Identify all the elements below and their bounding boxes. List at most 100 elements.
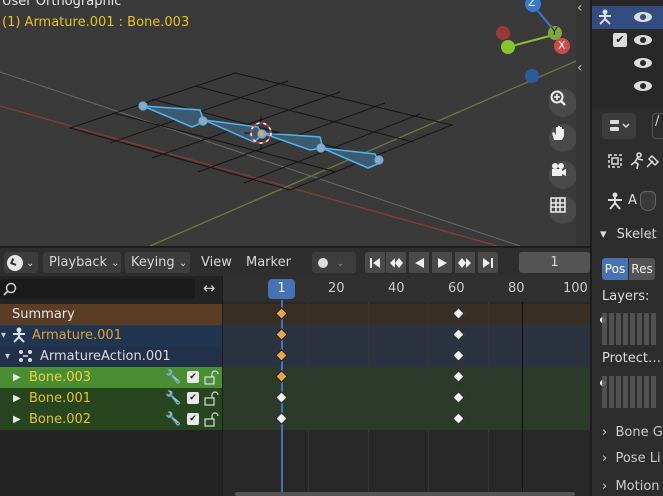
pan-hand-icon[interactable]: [549, 124, 577, 152]
channel-list: ↔ Summary ▾ Armature.001 ▾ ArmatureActio…: [0, 276, 222, 496]
clock-icon: [7, 254, 23, 271]
channel-bone-002[interactable]: ▶ Bone.002 🔧 ✔: [0, 409, 222, 430]
search-icon: [3, 282, 17, 296]
chevron-down-icon: ⌄: [178, 258, 188, 269]
viewport-canvas: [0, 0, 590, 246]
gizmo-y-label[interactable]: Y: [551, 25, 558, 38]
keyframe[interactable]: [452, 349, 465, 362]
view-menu[interactable]: View: [201, 252, 232, 273]
armature-letter: A: [628, 193, 637, 208]
editor-type-dropdown[interactable]: ⌄: [4, 252, 38, 273]
wrench-icon[interactable]: 🔧: [165, 367, 181, 388]
right-panel: ✔ / A ▾ Skelet ⁞⁞ Pos Res Layers: Protec…: [592, 0, 663, 496]
timeline-header: ⌄ Playback ⌄ Keying ⌄ View Marker ⌄ 1: [0, 248, 590, 276]
expand-arrow-icon: ▶: [13, 372, 21, 383]
gizmo-z-label[interactable]: Z: [528, 0, 536, 9]
protected-layers-grid[interactable]: [602, 376, 657, 408]
armature-data-icon[interactable]: [602, 188, 628, 214]
keyframe[interactable]: [452, 370, 465, 383]
pose-position-button[interactable]: Pos: [602, 258, 628, 280]
outliner-row-2[interactable]: ✔: [592, 29, 663, 52]
keyframe[interactable]: [275, 391, 288, 404]
keying-menu[interactable]: Keying ⌄: [125, 252, 190, 273]
outliner-row-4[interactable]: [592, 75, 663, 98]
expand-arrow-icon: ▾: [5, 351, 11, 362]
play-button[interactable]: [432, 252, 452, 273]
marker-menu[interactable]: Marker: [246, 252, 291, 273]
subpanel-bone-groups[interactable]: › Bone G: [602, 425, 663, 440]
wrench-icon[interactable]: 🔧: [165, 388, 181, 409]
3d-viewport[interactable]: User Orthographic (1) Armature.001 : Bon…: [0, 0, 590, 246]
unlock-icon: [204, 412, 219, 427]
zoom-icon[interactable]: [549, 89, 577, 117]
properties-editor-type-icon[interactable]: [602, 113, 636, 139]
keyframe[interactable]: [275, 349, 288, 362]
swap-arrows-icon[interactable]: ↔: [197, 279, 221, 299]
channel-bone-001[interactable]: ▶ Bone.001 🔧 ✔: [0, 388, 222, 409]
unlock-icon: [204, 370, 219, 385]
rest-position-button[interactable]: Res: [629, 258, 655, 280]
channel-action[interactable]: ▾ ArmatureAction.001: [0, 346, 222, 367]
keyframe[interactable]: [452, 412, 465, 425]
channel-search-input[interactable]: [0, 279, 195, 299]
playback-menu[interactable]: Playback ⌄: [43, 252, 121, 273]
tool-toggle-icon[interactable]: ‹: [577, 60, 583, 76]
camera-icon[interactable]: [549, 161, 577, 189]
subpanel-motion-paths[interactable]: › Motion: [602, 479, 660, 494]
active-object-label: (1) Armature.001 : Bone.003: [2, 15, 190, 30]
unlock-icon: [204, 391, 219, 406]
current-frame-field[interactable]: 1: [519, 252, 590, 273]
next-keyframe-icon: [458, 257, 471, 268]
keyframes-layer: [223, 276, 590, 496]
expand-arrow-icon: ▶: [13, 414, 21, 425]
chevron-down-icon: ⌄: [26, 258, 35, 269]
viewport-region-edge: [576, 0, 590, 246]
jump-end-icon: [483, 257, 493, 268]
prev-keyframe-button[interactable]: [386, 252, 406, 273]
outliner-row-armature[interactable]: [592, 6, 663, 29]
channel-summary[interactable]: Summary: [0, 304, 222, 325]
auto-keying-toggle[interactable]: ⌄: [312, 252, 356, 273]
keyframe[interactable]: [452, 391, 465, 404]
channel-armature[interactable]: ▾ Armature.001: [0, 325, 222, 346]
record-icon: [318, 257, 328, 268]
expand-arrow-icon: ▶: [13, 393, 21, 404]
checkbox-icon[interactable]: ✔: [187, 392, 199, 404]
drag-handle-icon[interactable]: ⁞⁞: [647, 228, 655, 242]
channel-bone-003[interactable]: ▶ Bone.003 🔧 ✔: [0, 367, 222, 388]
play-reverse-icon: [415, 257, 424, 268]
action-icon: [19, 350, 32, 362]
checkbox-icon[interactable]: ✔: [187, 371, 199, 383]
horizontal-scrollbar[interactable]: [235, 492, 575, 496]
wrench-icon[interactable]: 🔧: [165, 409, 181, 430]
chevron-down-icon: ⌄: [336, 258, 345, 269]
keyframe[interactable]: [452, 328, 465, 341]
jump-start-icon: [370, 257, 380, 268]
eye-icon: [634, 81, 652, 91]
play-reverse-button[interactable]: [409, 252, 429, 273]
checkbox-icon[interactable]: ✔: [613, 33, 627, 47]
armature-icon: [13, 327, 25, 343]
keyframe[interactable]: [275, 328, 288, 341]
layers-grid[interactable]: [602, 313, 657, 345]
keyframe[interactable]: [275, 370, 288, 383]
protected-label: Protect…: [602, 351, 661, 366]
expand-arrow-icon: ▾: [1, 330, 7, 341]
outliner-row-3[interactable]: [592, 52, 663, 75]
next-keyframe-button[interactable]: [455, 252, 475, 273]
gizmo-x-label[interactable]: X: [558, 39, 566, 52]
pin-toggle[interactable]: /: [652, 113, 663, 139]
shield-icon[interactable]: [640, 191, 656, 211]
dopesheet-area[interactable]: 20 40 60 80 100 1: [223, 276, 590, 496]
play-icon: [438, 257, 447, 268]
keyframe[interactable]: [275, 307, 288, 320]
jump-start-button[interactable]: [365, 252, 385, 273]
sidebar-toggle-icon[interactable]: ‹: [577, 0, 583, 16]
subpanel-pose-library[interactable]: › Pose Li: [602, 451, 661, 466]
checkbox-icon[interactable]: ✔: [187, 413, 199, 425]
jump-end-button[interactable]: [478, 252, 498, 273]
grid-ortho-icon[interactable]: [549, 196, 577, 224]
keyframe[interactable]: [275, 412, 288, 425]
constraint-pin-icon[interactable]: [640, 148, 663, 174]
keyframe[interactable]: [452, 307, 465, 320]
